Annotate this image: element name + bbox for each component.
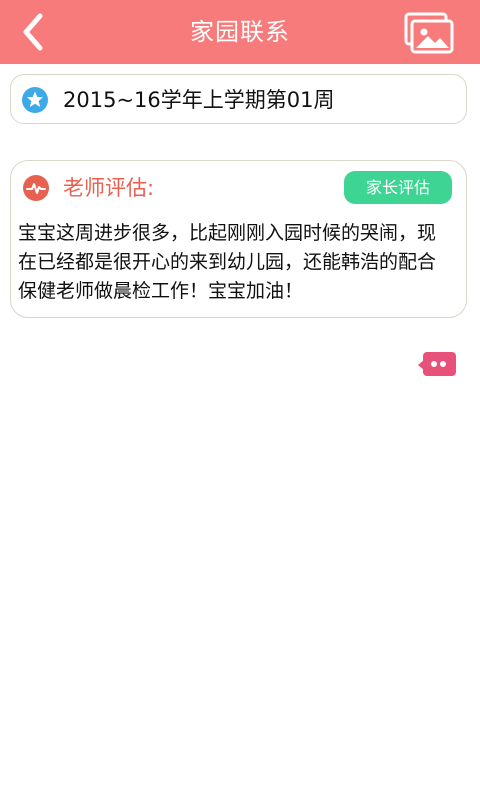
top-header-bar: 家园联系	[0, 0, 480, 64]
heartbeat-icon	[23, 175, 49, 201]
evaluation-text: 宝宝这周进步很多，比起刚刚入园时候的哭闹，现在已经都是很开心的来到幼儿园，还能韩…	[18, 222, 437, 302]
chat-bubble-icon	[418, 352, 456, 376]
star-icon	[22, 87, 48, 113]
image-gallery-icon	[404, 12, 454, 54]
week-label: 2015~16学年上学期第01周	[63, 88, 335, 112]
week-selector[interactable]: 2015~16学年上学期第01周	[10, 74, 467, 124]
gallery-button[interactable]	[404, 12, 454, 54]
teacher-evaluation-card: 老师评估: 家长评估 宝宝这周进步很多，比起刚刚入园时候的哭闹，现在已经都是很开…	[10, 160, 467, 318]
evaluation-title: 老师评估:	[63, 176, 155, 200]
parent-evaluation-button[interactable]: 家长评估	[344, 171, 452, 204]
chat-button[interactable]	[418, 352, 456, 378]
